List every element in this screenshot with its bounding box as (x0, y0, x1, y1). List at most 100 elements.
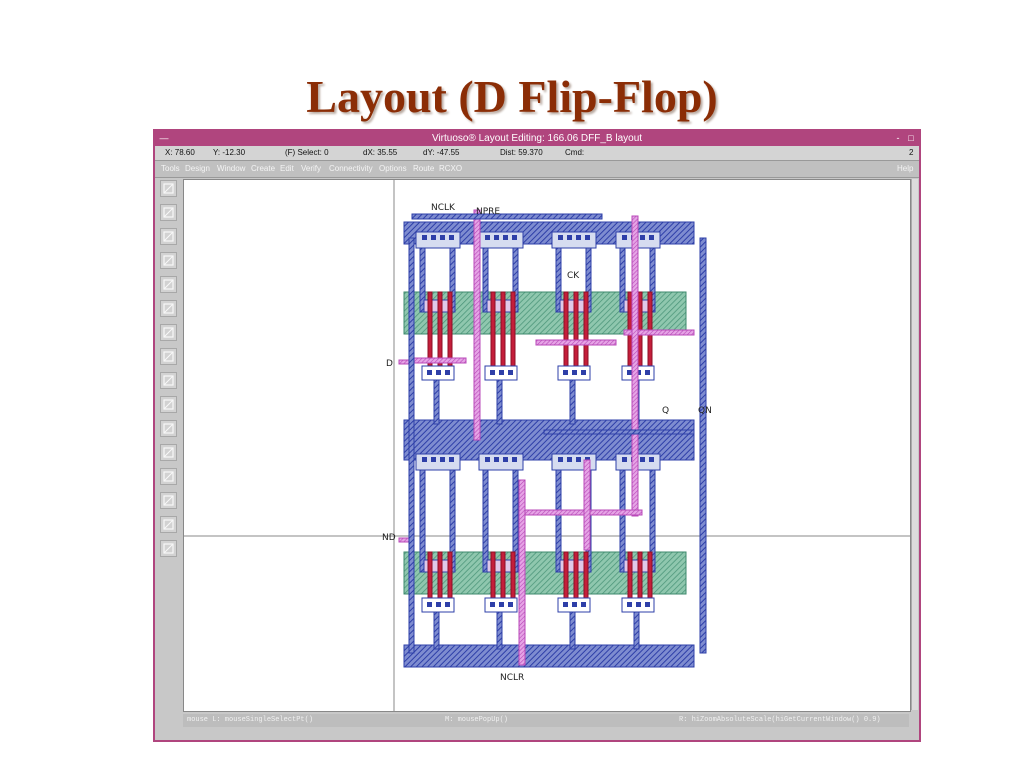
contact-via (649, 457, 654, 462)
zoom-fit-icon[interactable] (160, 204, 177, 221)
metal1-strap-left (619, 469, 626, 573)
metal1-strap-left (555, 469, 562, 573)
contact-via (558, 235, 563, 240)
contact-via (436, 602, 441, 607)
contact-via (427, 370, 432, 375)
cursor-y-readout: Y: -12.30 (213, 148, 246, 157)
layout-drawing: NCLK NPRE CK D Q QN ND NCLR (184, 180, 910, 711)
menu-verify[interactable]: Verify (301, 161, 321, 177)
slide-title: Layout (D Flip-Flop) (306, 71, 718, 122)
delta-x-readout: dX: 35.55 (363, 148, 398, 157)
contact-via (512, 457, 517, 462)
contact-via (627, 602, 632, 607)
metal2-route-5 (631, 215, 639, 517)
instance-icon[interactable] (160, 516, 177, 533)
vertical-scrollbar[interactable] (911, 179, 918, 710)
poly-gate (437, 291, 443, 379)
poly-gate (573, 291, 579, 379)
path-icon[interactable] (160, 444, 177, 461)
poly-gate (583, 291, 589, 379)
poly-gate (490, 291, 496, 379)
polygon-icon[interactable] (160, 468, 177, 485)
save-icon[interactable] (160, 180, 177, 197)
contact-via (585, 235, 590, 240)
delete-icon[interactable] (160, 348, 177, 365)
menu-help[interactable]: Help (897, 161, 913, 177)
zoom-out-icon[interactable] (160, 252, 177, 269)
contact-via (499, 602, 504, 607)
menu-connectivity[interactable]: Connectivity (329, 161, 373, 177)
contact-via (485, 235, 490, 240)
metal2-route-6 (521, 509, 643, 516)
stretch-icon[interactable] (160, 276, 177, 293)
metal1-drop (569, 611, 576, 650)
menu-edit[interactable]: Edit (280, 161, 294, 177)
contact-via (436, 370, 441, 375)
delta-y-readout: dY: -47.55 (423, 148, 460, 157)
line-icon[interactable] (160, 540, 177, 557)
diffusion-lower (403, 551, 687, 595)
poly-gate (563, 291, 569, 379)
pin-label-nclk: NCLK (431, 203, 456, 213)
metal1-drop (569, 379, 576, 425)
move-icon[interactable] (160, 324, 177, 341)
zoom-in-icon[interactable] (160, 228, 177, 245)
contact-via (485, 457, 490, 462)
contact-via (636, 602, 641, 607)
metal2-route-7 (518, 479, 526, 666)
contact-via (640, 235, 645, 240)
copy-icon[interactable] (160, 300, 177, 317)
metal1-right-bus (699, 237, 707, 654)
property-icon[interactable] (160, 396, 177, 413)
metal1-mid-bus (543, 429, 695, 435)
contact-via (440, 457, 445, 462)
undo-icon[interactable] (160, 372, 177, 389)
contact-via (572, 602, 577, 607)
minimize-icon[interactable]: - (893, 133, 903, 143)
contact-via (431, 235, 436, 240)
contact-via (422, 457, 427, 462)
contact-via (427, 602, 432, 607)
layout-editor-window: — Virtuoso® Layout Editing: 166.06 DFF_B… (153, 129, 921, 742)
metal1-left-bus (408, 237, 415, 654)
mouse-left-binding: mouse L: mouseSingleSelectPt() (187, 716, 314, 724)
contact-via (449, 235, 454, 240)
menu-design[interactable]: Design (185, 161, 210, 177)
mouse-binding-bar: mouse L: mouseSingleSelectPt() M: mouseP… (183, 714, 909, 727)
pin-label-nclr: NCLR (500, 673, 524, 683)
contact-via (431, 457, 436, 462)
vdd-rail-bottom (403, 644, 695, 668)
pin-label-nd: ND (382, 533, 396, 543)
contact-via (622, 457, 627, 462)
metal2-route-2 (535, 339, 617, 346)
pin-label-npre: NPRE (476, 207, 500, 217)
layout-canvas[interactable]: NCLK NPRE CK D Q QN ND NCLR (183, 179, 911, 712)
label-icon[interactable] (160, 492, 177, 509)
menu-rcxo[interactable]: RCXO (439, 161, 462, 177)
window-title: Virtuoso® Layout Editing: 166.06 DFF_B l… (431, 133, 643, 144)
menu-options[interactable]: Options (379, 161, 407, 177)
contact-via (558, 457, 563, 462)
menu-window[interactable]: Window (217, 161, 245, 177)
contact-via (499, 370, 504, 375)
window-titlebar[interactable]: — Virtuoso® Layout Editing: 166.06 DFF_B… (155, 131, 919, 146)
maximize-icon[interactable]: □ (906, 133, 916, 143)
menu-tools[interactable]: Tools (161, 161, 180, 177)
metal2-route-1 (413, 357, 467, 364)
pin-label-qn: QN (698, 406, 712, 416)
window-menu-icon[interactable]: — (159, 133, 169, 143)
mouse-middle-binding: M: mousePopUp() (445, 716, 509, 724)
tool-palette (158, 180, 180, 710)
contact-via (576, 457, 581, 462)
distance-readout: Dist: 59.370 (500, 148, 543, 157)
metal1-strap-left (419, 469, 426, 573)
contact-via (503, 457, 508, 462)
contact-via (640, 457, 645, 462)
metal1-drop (433, 611, 440, 650)
contact-via (494, 457, 499, 462)
menu-route[interactable]: Route (413, 161, 434, 177)
contact-via (490, 602, 495, 607)
menu-create[interactable]: Create (251, 161, 275, 177)
contact-via (508, 370, 513, 375)
ruler-icon[interactable] (160, 420, 177, 437)
